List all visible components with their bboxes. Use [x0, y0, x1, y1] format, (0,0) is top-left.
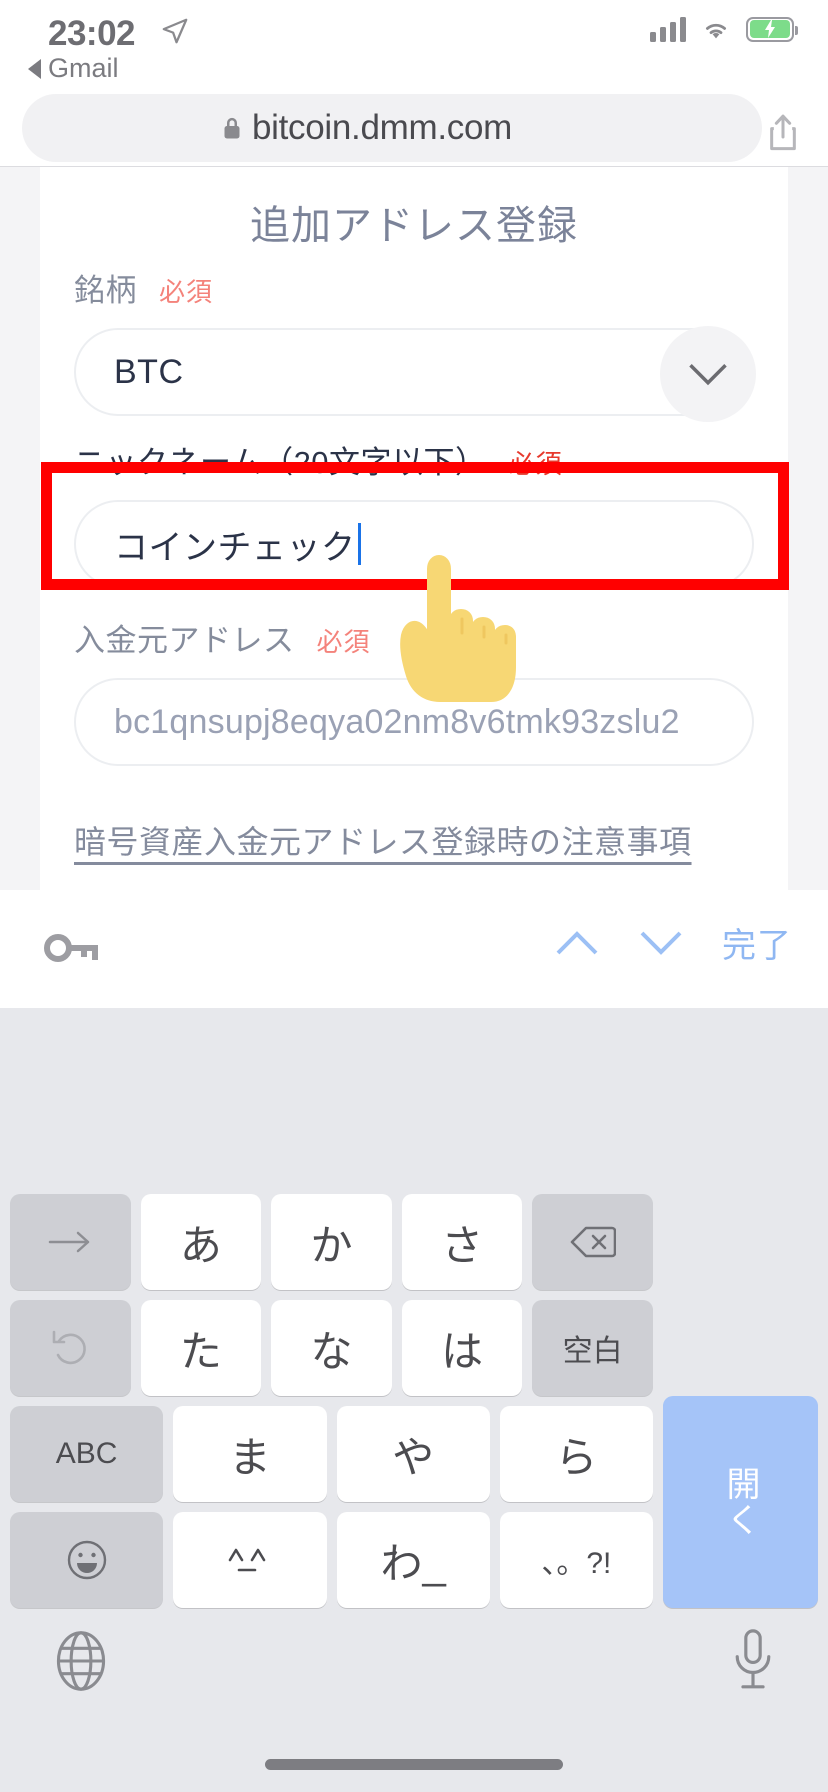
url-text: bitcoin.dmm.com [251, 108, 513, 147]
punctuation-key[interactable]: 、。?! [499, 1512, 653, 1608]
kana-wa-key[interactable]: わ_ [336, 1512, 490, 1608]
cellular-bars-icon [650, 16, 686, 42]
notice-link[interactable]: 暗号資産入金元アドレス登録時の注意事項 [74, 817, 692, 863]
chevron-down-icon[interactable] [638, 927, 684, 959]
keyboard-row-1: あ か さ [10, 1194, 653, 1290]
status-indicators [650, 16, 798, 42]
kana-ha-key[interactable]: は [401, 1300, 523, 1396]
field-source-address-label: 入金元アドレス [74, 623, 295, 658]
abc-mode-key[interactable]: ABC [10, 1406, 164, 1502]
back-to-app-label: Gmail [48, 53, 119, 83]
status-bar: 23:02 [0, 0, 828, 86]
chevron-up-icon[interactable] [554, 927, 600, 959]
keyboard-left-block: あ か さ た な は 空白 ABC ま や ら わ_ 、。?! [10, 1194, 653, 1618]
browser-toolbar: bitcoin.dmm.com [0, 90, 828, 166]
keyboard-bottom-bar [0, 1610, 828, 1720]
keyboard-right-block: 開く [663, 1194, 818, 1618]
done-button[interactable]: 完了 [722, 918, 792, 967]
software-keyboard: あ か さ た な は 空白 ABC ま や ら わ_ 、。?! 開く [0, 1008, 828, 1792]
home-indicator [265, 1759, 563, 1770]
page-title: 追加アドレス登録 [250, 204, 578, 248]
key-icon[interactable] [44, 928, 98, 968]
kana-a-key[interactable]: あ [140, 1194, 262, 1290]
field-source-address-required-badge: 必須 [316, 627, 371, 657]
space-key[interactable]: 空白 [532, 1300, 653, 1396]
kana-ta-key[interactable]: た [140, 1300, 262, 1396]
kana-ma-key[interactable]: ま [173, 1406, 327, 1502]
wifi-icon [705, 23, 727, 39]
back-triangle-icon [28, 58, 41, 79]
field-symbol-required-badge: 必須 [159, 277, 214, 307]
location-arrow-icon [162, 18, 188, 44]
keyboard-row-2: た な は 空白 [10, 1300, 653, 1396]
symbol-select[interactable]: BTC [74, 326, 756, 422]
share-icon[interactable] [766, 112, 800, 152]
kana-ya-key[interactable]: や [336, 1406, 490, 1502]
keyboard-row-3: ABC ま や ら [10, 1406, 653, 1502]
address-bar[interactable]: bitcoin.dmm.com [22, 94, 762, 162]
field-symbol: 銘柄 必須 BTC [74, 265, 756, 422]
delete-key[interactable] [532, 1194, 653, 1290]
accessory-actions: 完了 [554, 918, 792, 967]
kana-ka-key[interactable]: か [271, 1194, 392, 1290]
field-symbol-label: 銘柄 [74, 273, 137, 308]
globe-icon[interactable] [50, 1630, 112, 1692]
battery-charging-icon [746, 16, 798, 42]
symbol-select-value: BTC [114, 352, 184, 391]
keyboard-accessory-bar: 完了 [0, 890, 828, 1008]
nickname-input-value: コインチェック [114, 528, 356, 567]
phone-screen: 23:02 Gmail bitcoin.dmm.com 追加アドレス登録 銘柄 … [0, 0, 828, 1792]
keyboard-main: あ か さ た な は 空白 ABC ま や ら わ_ 、。?! 開く [10, 1194, 818, 1618]
kaomoji-key[interactable] [173, 1512, 327, 1608]
pointing-hand-icon [400, 554, 516, 702]
keyboard-grid: あ か さ た な は 空白 ABC ま や ら わ_ 、。?! 開く [10, 1194, 818, 1618]
go-key[interactable]: 開く [663, 1396, 818, 1608]
keyboard-row-4: わ_ 、。?! [10, 1512, 653, 1608]
chevron-down-icon [689, 364, 727, 386]
back-to-app-link[interactable]: Gmail [28, 53, 119, 84]
kana-na-key[interactable]: な [271, 1300, 392, 1396]
kana-ra-key[interactable]: ら [499, 1406, 653, 1502]
next-candidate-key[interactable] [10, 1194, 131, 1290]
undo-key[interactable] [10, 1300, 131, 1396]
emoji-key[interactable] [10, 1512, 164, 1608]
microphone-icon[interactable] [730, 1628, 776, 1694]
field-nickname-required-badge: 必須 [508, 449, 563, 479]
status-time: 23:02 [48, 14, 136, 53]
symbol-select-toggle[interactable] [660, 326, 756, 422]
kana-sa-key[interactable]: さ [401, 1194, 523, 1290]
text-caret [357, 523, 361, 565]
field-nickname-label: ニックネーム（20文字以下） [74, 445, 487, 480]
lock-icon [224, 117, 240, 138]
source-address-placeholder: bc1qnsupj8eqya02nm8v6tmk93zslu2 [114, 702, 680, 741]
